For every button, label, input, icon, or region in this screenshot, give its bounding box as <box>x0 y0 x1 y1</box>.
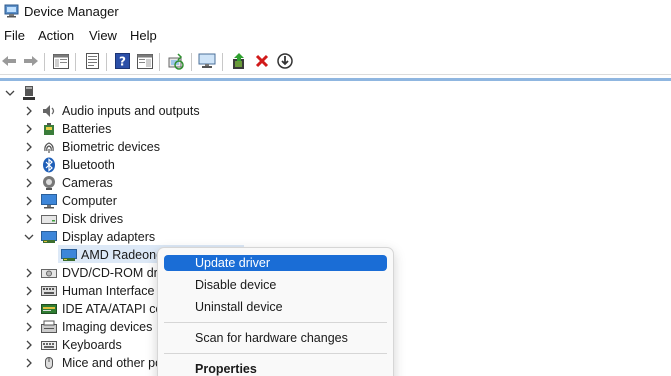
ide-controller-icon <box>41 304 57 314</box>
context-disable-device[interactable]: Disable device <box>164 277 387 293</box>
tree-item-label: Display adapters <box>62 230 156 244</box>
computer-icon <box>41 194 57 209</box>
download-arrow-icon[interactable] <box>276 52 294 70</box>
context-separator <box>164 353 387 354</box>
imaging-icon <box>41 320 57 333</box>
chevron-down-icon[interactable] <box>4 84 16 102</box>
title-bar: Device Manager <box>0 0 671 24</box>
toolbar: ? <box>0 49 671 75</box>
toolbar-separator <box>106 53 107 71</box>
chevron-right-icon[interactable] <box>23 192 35 210</box>
context-menu: Update driver Disable device Uninstall d… <box>157 247 394 376</box>
battery-icon <box>44 123 54 135</box>
toolbar-separator <box>222 53 223 71</box>
camera-icon <box>43 176 55 190</box>
tree-item-label: IDE ATA/ATAPI cor <box>62 302 167 316</box>
tree-item-label: AMD Radeon( <box>81 248 161 262</box>
menu-view[interactable]: View <box>89 28 117 43</box>
chevron-right-icon[interactable] <box>23 174 35 192</box>
context-separator <box>164 322 387 323</box>
chevron-right-icon[interactable] <box>23 120 35 138</box>
mouse-icon <box>45 357 53 369</box>
tree-item-label: Keyboards <box>62 338 122 352</box>
tree-item-label: Human Interface D <box>62 284 167 298</box>
tree-item-batteries[interactable]: Batteries <box>0 120 671 138</box>
tree-item-label: Batteries <box>62 122 112 136</box>
tree-item-label: Audio inputs and outputs <box>62 104 200 118</box>
tree-item-audio[interactable]: Audio inputs and outputs <box>0 102 671 120</box>
show-hide-console-tree-icon[interactable] <box>52 52 70 70</box>
chevron-right-icon[interactable] <box>23 300 35 318</box>
chevron-right-icon[interactable] <box>23 336 35 354</box>
action-pane-icon[interactable] <box>136 52 154 70</box>
svg-text:?: ? <box>119 55 126 69</box>
tree-item-label: Bluetooth <box>62 158 115 172</box>
computer-root-icon <box>23 86 35 100</box>
back-arrow-icon[interactable] <box>0 52 18 70</box>
chevron-right-icon[interactable] <box>23 102 35 120</box>
chevron-down-icon[interactable] <box>23 228 35 246</box>
scan-hardware-icon[interactable] <box>167 52 185 70</box>
tree-item-label: Mice and other po <box>62 356 163 370</box>
chevron-right-icon[interactable] <box>23 354 35 372</box>
forward-arrow-icon[interactable] <box>22 52 40 70</box>
tree-item-label: Imaging devices <box>62 320 153 334</box>
menu-help[interactable]: Help <box>130 28 157 43</box>
update-driver-icon[interactable] <box>230 52 248 70</box>
toolbar-separator <box>75 53 76 71</box>
toolbar-separator <box>44 53 45 71</box>
keyboard-icon <box>41 341 57 350</box>
speaker-icon <box>43 105 55 117</box>
uninstall-x-icon[interactable] <box>253 52 271 70</box>
context-uninstall-device[interactable]: Uninstall device <box>164 299 387 315</box>
device-manager-window: Device Manager File Action View Help ? A… <box>0 0 671 376</box>
tree-item-disk-drives[interactable]: Disk drives <box>0 210 671 228</box>
context-scan-hardware[interactable]: Scan for hardware changes <box>164 330 387 346</box>
toolbar-divider <box>0 78 671 81</box>
tree-item-computer[interactable]: Computer <box>0 192 671 210</box>
disk-drive-icon <box>41 215 57 224</box>
tree-item-cameras[interactable]: Cameras <box>0 174 671 192</box>
chevron-right-icon[interactable] <box>23 282 35 300</box>
toolbar-separator <box>159 53 160 71</box>
tree-item-label: DVD/CD-ROM driv <box>62 266 167 280</box>
display-adapter-icon <box>61 249 77 261</box>
tree-item-label: Computer <box>62 194 117 208</box>
bluetooth-icon <box>43 157 55 173</box>
chevron-right-icon[interactable] <box>23 138 35 156</box>
tree-item-bluetooth[interactable]: Bluetooth <box>0 156 671 174</box>
hid-icon <box>41 286 57 296</box>
menu-file[interactable]: File <box>4 28 25 43</box>
tree-item-label: Disk drives <box>62 212 124 226</box>
menu-action[interactable]: Action <box>38 28 74 43</box>
help-icon[interactable]: ? <box>113 52 131 70</box>
device-manager-app-icon <box>4 4 19 18</box>
dvd-drive-icon <box>41 269 57 278</box>
fingerprint-icon <box>44 142 54 153</box>
tree-root[interactable] <box>0 84 671 102</box>
context-properties[interactable]: Properties <box>164 361 387 376</box>
chevron-right-icon[interactable] <box>23 210 35 228</box>
tree-item-display-adapters[interactable]: Display adapters <box>0 228 671 246</box>
context-update-driver[interactable]: Update driver <box>164 255 387 271</box>
tree-item-biometric[interactable]: Biometric devices <box>0 138 671 156</box>
chevron-right-icon[interactable] <box>23 156 35 174</box>
toolbar-separator <box>191 53 192 71</box>
properties-sheet-icon[interactable] <box>83 52 101 70</box>
window-title: Device Manager <box>24 4 119 19</box>
monitor-icon[interactable] <box>198 52 216 70</box>
chevron-right-icon[interactable] <box>23 318 35 336</box>
menu-bar: File Action View Help <box>0 26 671 46</box>
tree-item-label: Cameras <box>62 176 113 190</box>
display-adapter-icon <box>41 231 57 243</box>
chevron-right-icon[interactable] <box>23 264 35 282</box>
tree-item-label: Biometric devices <box>62 140 160 154</box>
